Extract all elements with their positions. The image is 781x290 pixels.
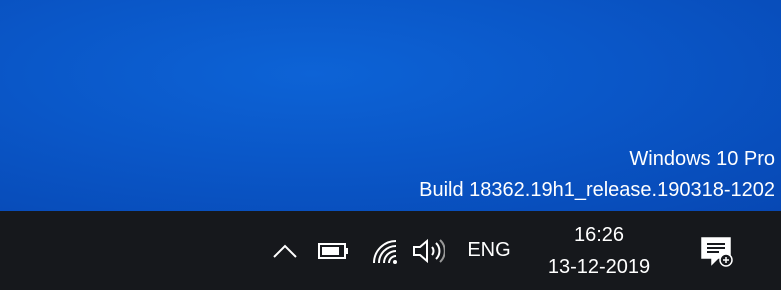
- desktop-background[interactable]: Windows 10 Pro Build 18362.19h1_release.…: [0, 0, 781, 211]
- clock-button[interactable]: 16:26 13-12-2019: [528, 211, 670, 290]
- show-hidden-icons-button[interactable]: [266, 211, 304, 290]
- battery-button[interactable]: [314, 211, 354, 290]
- action-center-button[interactable]: [688, 211, 744, 290]
- screen: Windows 10 Pro Build 18362.19h1_release.…: [0, 0, 781, 290]
- clock-time: 16:26: [573, 223, 625, 246]
- input-language-button[interactable]: ENG: [458, 211, 520, 290]
- battery-icon: [318, 242, 348, 259]
- build-label: Build 18362.19h1_release.190318-1202: [419, 179, 775, 201]
- notification-icon: [701, 236, 733, 267]
- taskbar: ENG 16:26 13-12-2019: [0, 211, 781, 290]
- chevron-up-icon: [273, 244, 297, 258]
- wifi-icon: [373, 239, 397, 264]
- edition-label: Windows 10 Pro: [629, 148, 775, 170]
- speaker-icon: [413, 238, 445, 263]
- clock-date: 13-12-2019: [547, 255, 651, 278]
- network-button[interactable]: [364, 211, 404, 290]
- windows-watermark: Windows 10 Pro Build 18362.19h1_release.…: [419, 144, 775, 206]
- volume-button[interactable]: [406, 211, 450, 290]
